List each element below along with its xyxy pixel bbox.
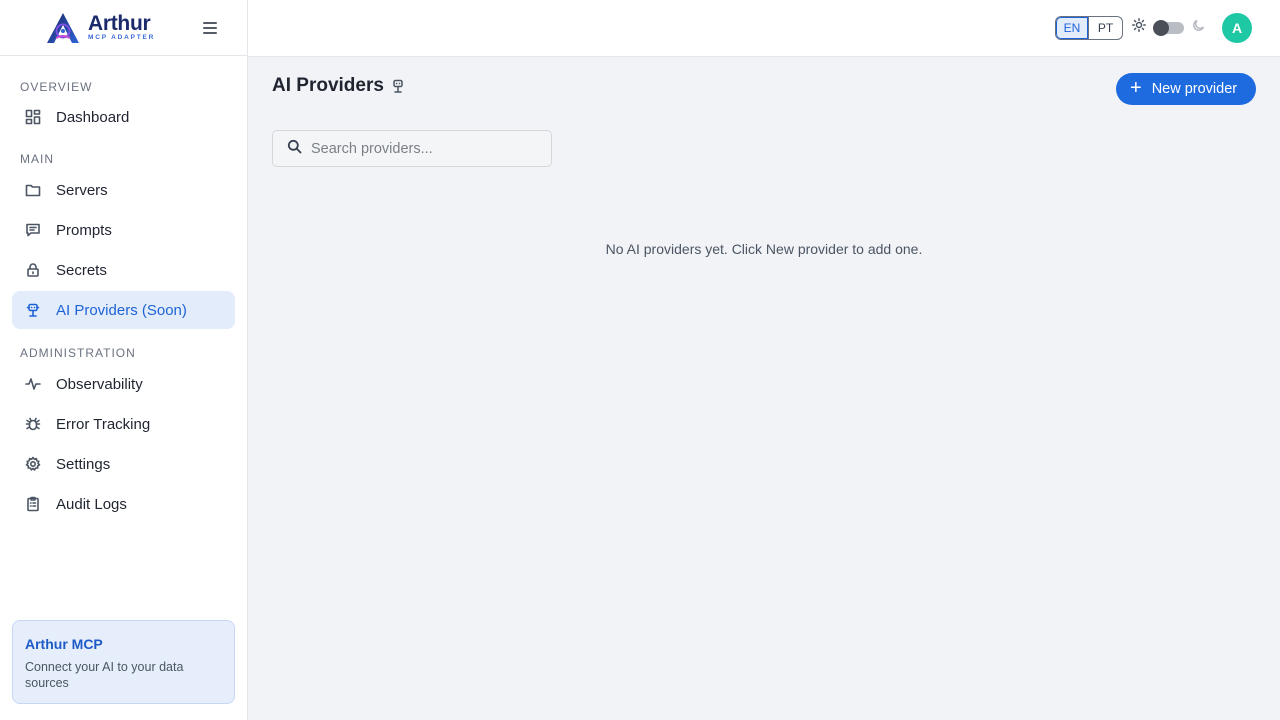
brand-subtitle: MCP ADAPTER: [88, 34, 156, 42]
sidebar-item-audit-logs[interactable]: Audit Logs: [12, 485, 235, 523]
empty-state-message: No AI providers yet. Click New provider …: [605, 241, 923, 257]
hamburger-menu-icon[interactable]: [203, 19, 221, 37]
section-main-label: MAIN: [20, 152, 54, 166]
sidebar-item-label: Servers: [56, 181, 108, 199]
brand-name: Arthur: [88, 12, 151, 36]
sidebar-item-label: AI Providers (Soon): [56, 301, 187, 319]
lock-icon: [24, 261, 42, 279]
activity-icon: [24, 375, 42, 393]
sidebar-item-label: Observability: [56, 375, 143, 393]
sidebar-item-label: Audit Logs: [56, 495, 127, 513]
gear-icon: [24, 455, 42, 473]
language-switcher: EN PT: [1055, 16, 1123, 40]
sidebar-item-ai-providers[interactable]: AI Providers (Soon): [12, 291, 235, 329]
new-provider-label: New provider: [1151, 81, 1238, 97]
sidebar-item-label: Error Tracking: [56, 415, 151, 433]
sidebar-item-observability[interactable]: Observability: [12, 365, 235, 403]
theme-toggle[interactable]: [1153, 19, 1184, 36]
promo-title: Arthur MCP: [25, 636, 103, 652]
new-provider-button[interactable]: + New provider: [1116, 73, 1256, 105]
plus-icon: +: [1130, 77, 1142, 99]
search-input[interactable]: [311, 140, 541, 157]
sidebar-item-error-tracking[interactable]: Error Tracking: [12, 405, 235, 443]
bot-icon: [390, 78, 406, 94]
language-en-button[interactable]: EN: [1056, 17, 1089, 39]
page-title: AI Providers: [272, 75, 384, 96]
sun-icon: [1132, 18, 1146, 37]
section-administration-label: ADMINISTRATION: [20, 346, 136, 360]
search-box: [272, 130, 552, 167]
sidebar-item-label: Prompts: [56, 221, 112, 239]
sidebar-item-label: Settings: [56, 455, 111, 473]
sidebar-item-prompts[interactable]: Prompts: [12, 211, 235, 249]
theme-switcher: [1132, 18, 1206, 37]
brand-header: Arthur MCP ADAPTER: [0, 0, 247, 56]
sidebar-item-label: Dashboard: [56, 108, 130, 126]
sidebar-item-settings[interactable]: Settings: [12, 445, 235, 483]
user-avatar[interactable]: A: [1222, 13, 1252, 43]
moon-icon: [1192, 18, 1206, 37]
message-icon: [24, 221, 42, 239]
promo-card: Arthur MCP Connect your AI to your data …: [12, 620, 235, 704]
sidebar: Arthur MCP ADAPTER OVERVIEW Dashboard MA…: [0, 0, 248, 720]
clipboard-icon: [24, 495, 42, 513]
folder-icon: [24, 181, 42, 199]
promo-description: Connect your AI to your data sources: [25, 660, 184, 690]
search-icon: [287, 139, 302, 159]
sidebar-item-label: Secrets: [56, 261, 107, 279]
brand-wordmark: Arthur MCP ADAPTER: [88, 13, 155, 42]
sidebar-item-dashboard[interactable]: Dashboard: [12, 98, 235, 136]
section-overview-label: OVERVIEW: [20, 80, 93, 94]
sidebar-item-servers[interactable]: Servers: [12, 171, 235, 209]
language-pt-button[interactable]: PT: [1089, 17, 1122, 39]
top-header: EN PT A: [248, 0, 1280, 57]
arthur-logo-icon[interactable]: [44, 11, 82, 45]
sidebar-item-secrets[interactable]: Secrets: [12, 251, 235, 289]
bug-icon: [24, 415, 42, 433]
dashboard-icon: [24, 108, 42, 126]
sidebar-nav: OVERVIEW Dashboard MAIN Servers Prompts …: [0, 80, 247, 523]
bot-icon: [24, 301, 42, 319]
